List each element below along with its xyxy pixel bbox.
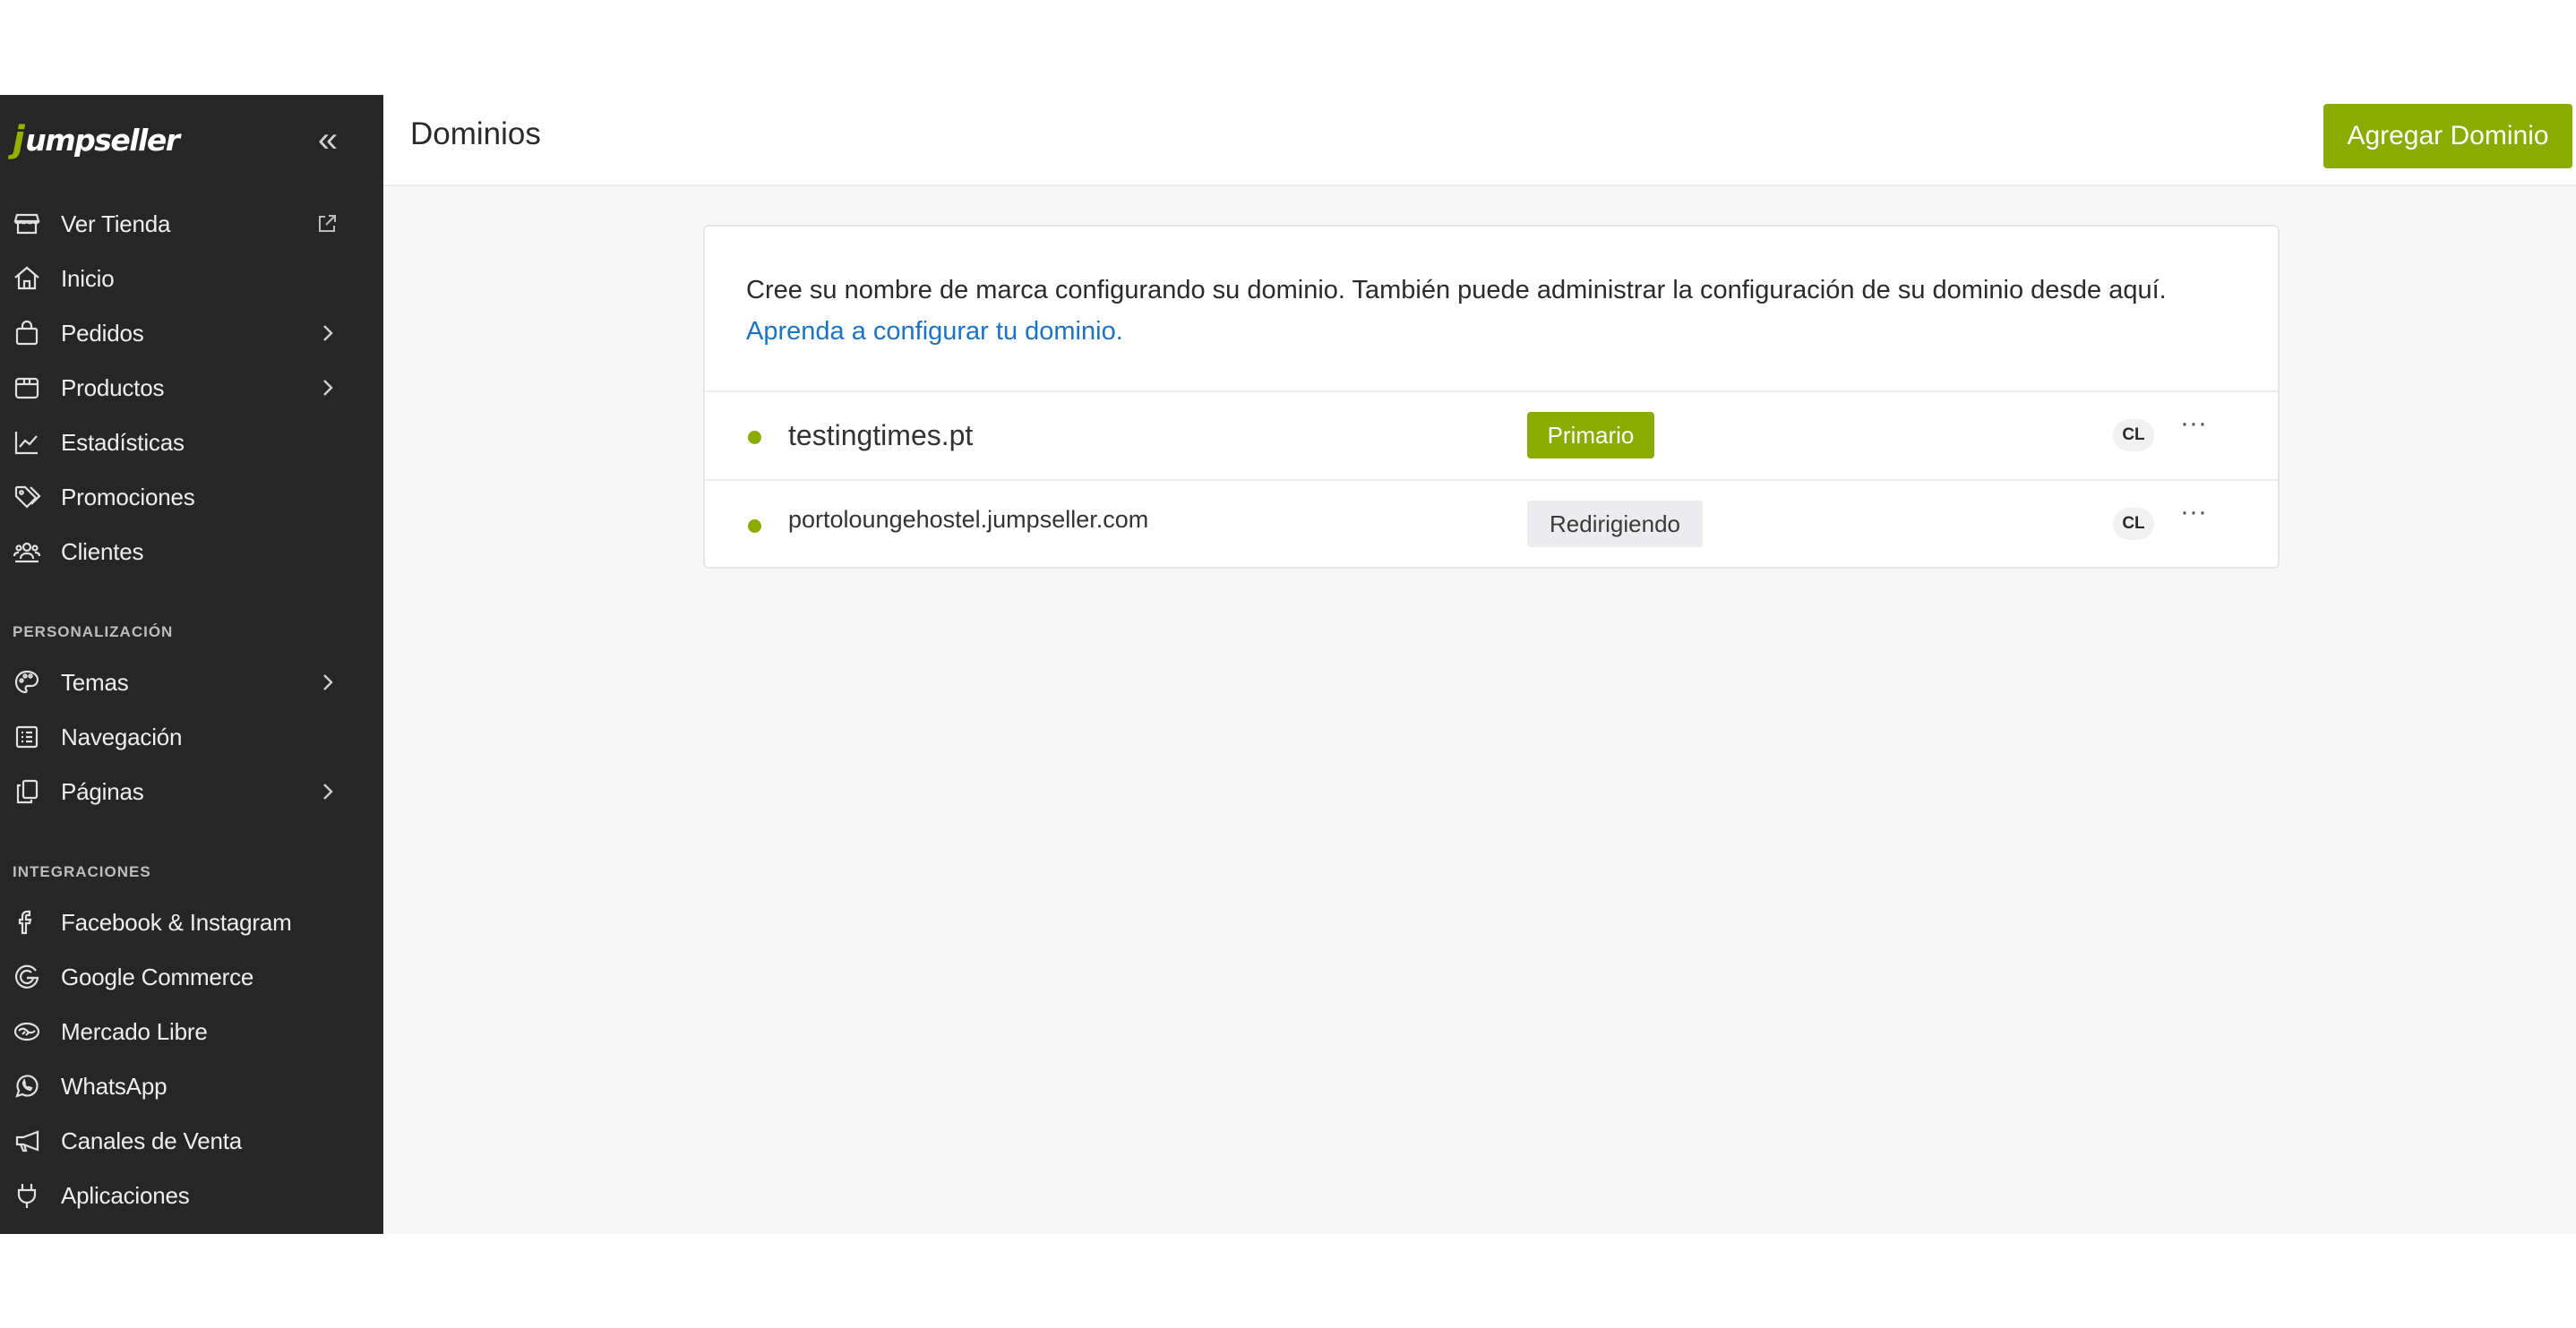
- intro-text-block: Cree su nombre de marca configurando su …: [746, 270, 2251, 352]
- users-icon: [13, 537, 41, 566]
- app-window: jumpseller « Ver Tienda Inicio Pedidos: [0, 95, 2576, 1234]
- sidebar-item-google-commerce[interactable]: Google Commerce: [0, 950, 383, 1004]
- more-options-icon[interactable]: ···: [2174, 499, 2213, 535]
- intro-text: Cree su nombre de marca configurando su …: [746, 276, 2167, 304]
- sidebar-item-canales-de-venta[interactable]: Canales de Venta: [0, 1114, 383, 1168]
- add-domain-button[interactable]: Agregar Dominio: [2323, 104, 2572, 168]
- section-title-personalizacion: PERSONALIZACIÓN: [13, 623, 174, 640]
- sidebar-item-pedidos[interactable]: Pedidos: [0, 306, 383, 360]
- sidebar-item-estadisticas[interactable]: Estadísticas: [0, 416, 383, 469]
- sidebar-item-label: Ver Tienda: [61, 210, 171, 237]
- mercadolibre-icon: [13, 1017, 41, 1046]
- sidebar-item-label: Promociones: [61, 483, 195, 510]
- sidebar-item-label: Facebook & Instagram: [61, 908, 292, 936]
- sidebar-item-navegacion[interactable]: Navegación: [0, 710, 383, 764]
- domain-row: portoloungehostel.jumpseller.com Redirig…: [705, 479, 2278, 569]
- sidebar-item-productos[interactable]: Productos: [0, 361, 383, 415]
- configure-domain-link[interactable]: Aprenda a configurar tu dominio.: [746, 311, 2251, 352]
- facebook-icon: [13, 908, 41, 937]
- sidebar-item-label: WhatsApp: [61, 1072, 167, 1100]
- domain-name: portoloungehostel.jumpseller.com: [788, 506, 1149, 533]
- domain-name: testingtimes.pt: [788, 419, 974, 451]
- sidebar-item-temas[interactable]: Temas: [0, 655, 383, 709]
- more-options-icon[interactable]: ···: [2174, 410, 2213, 446]
- sidebar-item-mercado-libre[interactable]: Mercado Libre: [0, 1005, 383, 1058]
- status-dot-icon: [748, 431, 761, 444]
- store-icon: [13, 210, 41, 238]
- plug-icon: [13, 1181, 41, 1210]
- tag-icon: [13, 483, 41, 511]
- shopping-bag-icon: [13, 319, 41, 347]
- sidebar-item-promociones[interactable]: Promociones: [0, 470, 383, 524]
- country-badge: CL: [2113, 508, 2154, 540]
- palette-icon: [13, 668, 41, 697]
- sidebar-item-label: Mercado Libre: [61, 1017, 208, 1045]
- list-icon: [13, 723, 41, 751]
- sidebar-item-label: Estadísticas: [61, 428, 185, 456]
- sidebar-item-label: Productos: [61, 373, 165, 401]
- status-badge: Primario: [1527, 412, 1654, 458]
- sidebar-item-aplicaciones[interactable]: Aplicaciones: [0, 1169, 383, 1222]
- sidebar-item-inicio[interactable]: Inicio: [0, 252, 383, 305]
- chart-line-icon: [13, 428, 41, 457]
- status-dot-icon: [748, 519, 761, 533]
- logo-mark: j: [13, 119, 25, 160]
- logo-text: umpseller: [25, 122, 180, 158]
- sidebar-item-whatsapp[interactable]: WhatsApp: [0, 1059, 383, 1113]
- sidebar-item-clientes[interactable]: Clientes: [0, 525, 383, 578]
- chevron-right-icon: [317, 779, 339, 804]
- sidebar-item-label: Aplicaciones: [61, 1181, 190, 1209]
- sidebar-item-label: Pedidos: [61, 319, 144, 347]
- sidebar-item-label: Temas: [61, 668, 129, 696]
- sidebar-item-label: Clientes: [61, 537, 144, 565]
- domains-card: Cree su nombre de marca configurando su …: [703, 225, 2280, 569]
- chevron-right-icon: [317, 670, 339, 695]
- pages-icon: [13, 777, 41, 806]
- sidebar-item-ver-tienda[interactable]: Ver Tienda: [0, 197, 383, 251]
- chevron-right-icon: [317, 375, 339, 400]
- box-icon: [13, 373, 41, 402]
- home-icon: [13, 264, 41, 293]
- whatsapp-icon: [13, 1072, 41, 1101]
- top-bar: Dominios Agregar Dominio: [383, 95, 2576, 186]
- sidebar-item-label: Google Commerce: [61, 963, 254, 990]
- megaphone-icon: [13, 1127, 41, 1155]
- sidebar-item-label: Páginas: [61, 777, 144, 805]
- status-badge: Redirigiendo: [1527, 501, 1703, 547]
- chevron-right-icon: [317, 321, 339, 346]
- page-title: Dominios: [410, 116, 541, 151]
- main-content: Dominios Agregar Dominio Cree su nombre …: [383, 95, 2576, 1234]
- sidebar-item-paginas[interactable]: Páginas: [0, 765, 383, 818]
- collapse-sidebar-icon[interactable]: «: [312, 118, 344, 161]
- sidebar-item-label: Inicio: [61, 264, 115, 292]
- sidebar: jumpseller « Ver Tienda Inicio Pedidos: [0, 95, 383, 1234]
- sidebar-item-facebook-instagram[interactable]: Facebook & Instagram: [0, 895, 383, 949]
- google-icon: [13, 963, 41, 991]
- domain-row: testingtimes.pt Primario CL ···: [705, 390, 2278, 480]
- sidebar-item-label: Canales de Venta: [61, 1127, 243, 1154]
- jumpseller-logo[interactable]: j umpseller: [13, 115, 180, 165]
- sidebar-item-label: Navegación: [61, 723, 183, 750]
- external-link-icon: [315, 212, 339, 236]
- country-badge: CL: [2113, 419, 2154, 451]
- section-title-integraciones: INTEGRACIONES: [13, 863, 151, 880]
